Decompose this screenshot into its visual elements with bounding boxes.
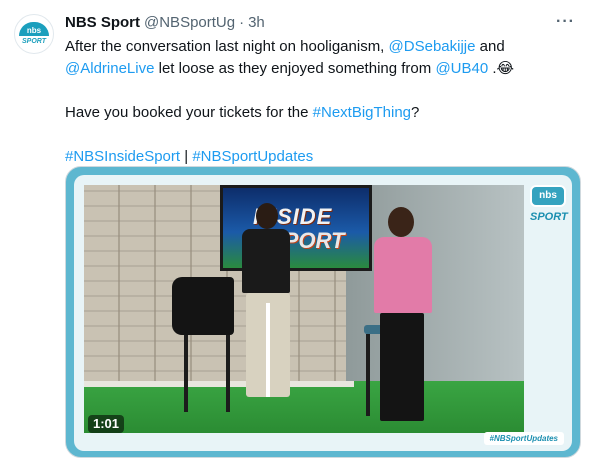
avatar-logo-text: nbs bbox=[26, 26, 42, 35]
mention-aldrinelive[interactable]: @AldrineLive bbox=[65, 60, 154, 77]
jacket bbox=[172, 277, 234, 335]
avatar[interactable]: nbs SPORT bbox=[14, 14, 54, 54]
dot-separator: · bbox=[239, 14, 245, 31]
avatar-logo-arc: nbs bbox=[19, 22, 49, 36]
tweet-line-4: #NBSInsideSport | #NBSportUpdates bbox=[65, 146, 580, 168]
video-player[interactable]: INSIDE SPORT 1:01 bbox=[84, 185, 524, 433]
green-floor bbox=[84, 381, 524, 433]
guest-legs bbox=[380, 313, 424, 421]
avatar-logo-sub: SPORT bbox=[22, 38, 46, 45]
video-duration: 1:01 bbox=[88, 415, 125, 433]
text-segment: Have you booked your tickets for the bbox=[65, 104, 313, 121]
author-handle[interactable]: @NBSportUg bbox=[144, 13, 235, 33]
tweet-line-1: After the conversation last night on hoo… bbox=[65, 36, 580, 58]
presenter-torso bbox=[242, 229, 290, 293]
hashtag-nbsportupdates[interactable]: #NBSportUpdates bbox=[192, 148, 313, 165]
text-separator: | bbox=[180, 148, 193, 165]
hashtag-nbsinsidesport[interactable]: #NBSInsideSport bbox=[65, 148, 180, 165]
baseboard bbox=[84, 381, 354, 387]
video-media[interactable]: INSIDE SPORT 1:01 nbs SPORT #NBSportUpda… bbox=[65, 166, 581, 458]
tweet-text: After the conversation last night on hoo… bbox=[65, 36, 580, 168]
studio-wall bbox=[346, 185, 524, 395]
text-segment: .😂 bbox=[488, 60, 515, 77]
hashtag-nextbigthing[interactable]: #NextBigThing bbox=[313, 104, 411, 121]
stool-leg bbox=[226, 330, 230, 412]
mention-dsebakijje[interactable]: @DSebakijje bbox=[389, 38, 476, 55]
author-name[interactable]: NBS Sport bbox=[65, 13, 140, 33]
tweet-time[interactable]: 3h bbox=[248, 13, 265, 33]
tweet-header: NBS Sport @NBSportUg · 3h bbox=[65, 13, 265, 33]
more-horizontal-icon[interactable]: ··· bbox=[556, 13, 575, 31]
nbs-logo: nbs bbox=[530, 185, 566, 207]
video-frame: INSIDE SPORT 1:01 nbs SPORT #NBSportUpda… bbox=[74, 175, 572, 451]
guest-head bbox=[388, 207, 414, 237]
presenter-legs bbox=[246, 293, 290, 397]
text-segment: let loose as they enjoyed something from bbox=[154, 60, 436, 77]
tweet-line-2: @AldrineLive let loose as they enjoyed s… bbox=[65, 58, 580, 80]
mention-ub40[interactable]: @UB40 bbox=[435, 60, 488, 77]
text-segment: and bbox=[475, 38, 505, 55]
text-segment: After the conversation last night on hoo… bbox=[65, 38, 389, 55]
nbs-logo-sub: SPORT bbox=[530, 211, 568, 223]
hashtag-badge: #NBSportUpdates bbox=[483, 432, 564, 445]
tweet-line-3: Have you booked your tickets for the #Ne… bbox=[65, 102, 580, 124]
text-segment: ? bbox=[411, 104, 420, 121]
presenter-head bbox=[256, 203, 278, 229]
guest-torso bbox=[374, 237, 432, 313]
stool-leg bbox=[366, 334, 370, 416]
stool-leg bbox=[184, 330, 188, 412]
